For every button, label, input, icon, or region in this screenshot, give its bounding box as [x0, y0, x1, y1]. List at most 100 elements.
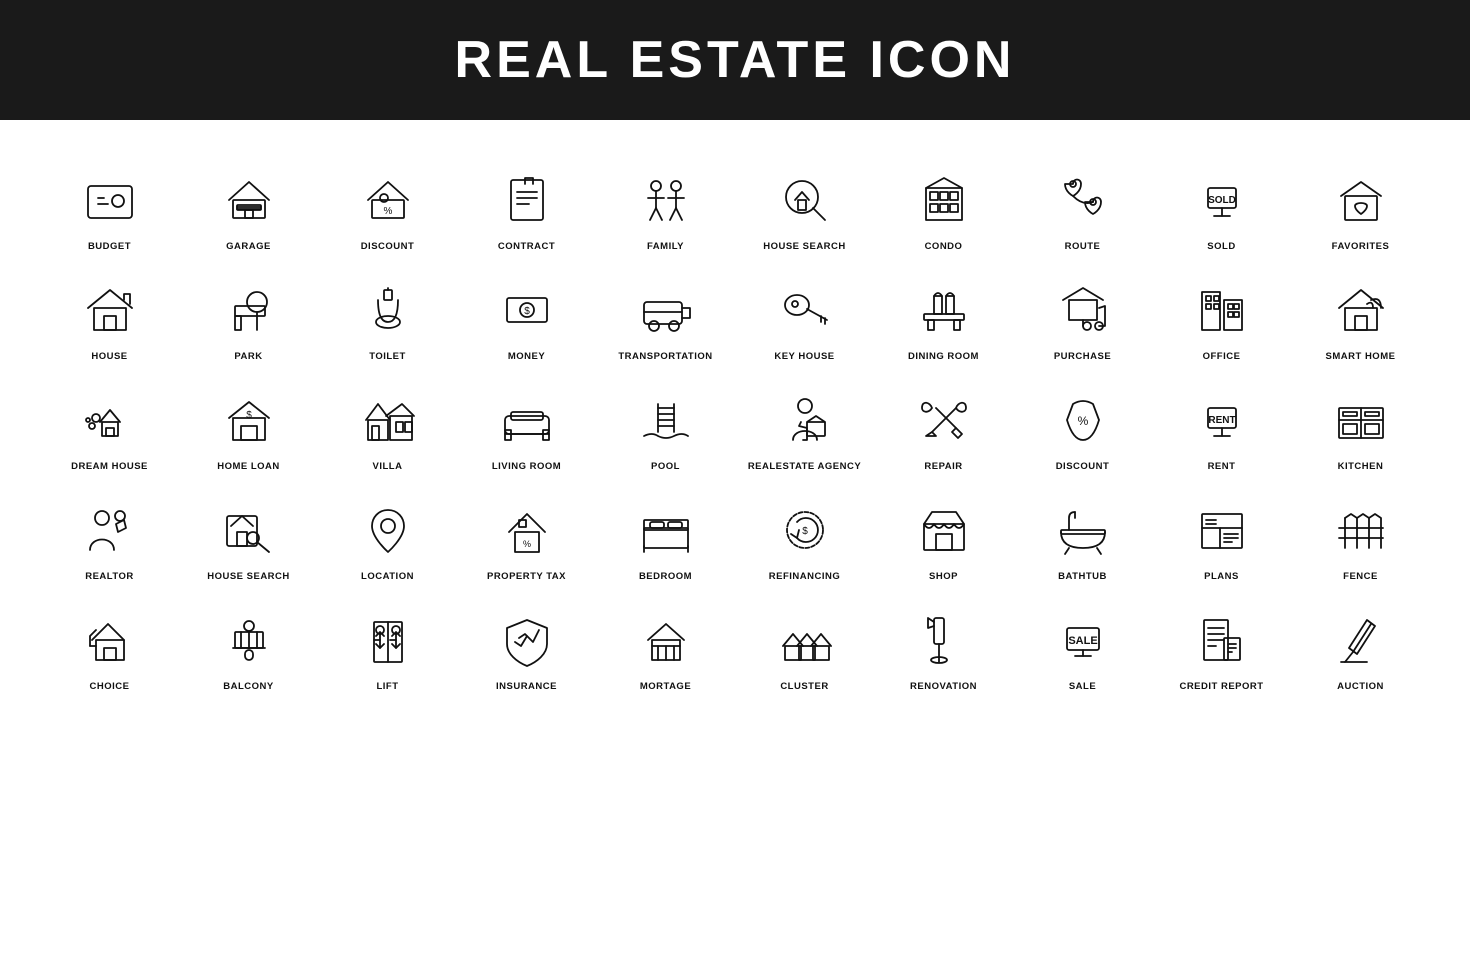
icon-label-contract: CONTRACT — [498, 241, 555, 252]
icon-label-realtor: REALTOR — [85, 571, 134, 582]
icon-label-toilet: TOILET — [369, 351, 406, 362]
icon-family[interactable]: FAMILY — [596, 150, 735, 260]
icon-office[interactable]: OFFICE — [1152, 260, 1291, 370]
icon-money[interactable]: $ MONEY — [457, 260, 596, 370]
icon-home-loan[interactable]: $ HOME LOAN — [179, 370, 318, 480]
header-title: REAL ESTATE ICON — [455, 31, 1016, 89]
icon-label-insurance: INSURANCE — [496, 681, 557, 692]
icon-label-refinancing: REFINANCING — [769, 571, 840, 582]
svg-text:%: % — [383, 206, 392, 217]
icon-label-location: LOCATION — [361, 571, 414, 582]
icon-fence[interactable]: FENCE — [1291, 480, 1430, 590]
icon-label-garage: GARAGE — [226, 241, 271, 252]
icon-cluster[interactable]: CLUSTER — [735, 590, 874, 700]
icon-label-renovation: RENOVATION — [910, 681, 977, 692]
icon-house-search[interactable]: HOUSE SEARCH — [735, 150, 874, 260]
icon-discount2[interactable]: % DISCOUNT — [1013, 370, 1152, 480]
icon-living-room[interactable]: LIVING ROOM — [457, 370, 596, 480]
icon-toilet[interactable]: TOILET — [318, 260, 457, 370]
icon-sold[interactable]: SOLD SOLD — [1152, 150, 1291, 260]
icon-label-house-search: HOUSE SEARCH — [763, 241, 846, 252]
icon-bedroom[interactable]: BEDROOM — [596, 480, 735, 590]
icon-label-budget: BUDGET — [88, 241, 131, 252]
icon-label-choice: CHOICE — [90, 681, 130, 692]
svg-text:$: $ — [246, 410, 252, 421]
icon-label-house: HOUSE — [91, 351, 127, 362]
icon-rent[interactable]: RENT RENT — [1152, 370, 1291, 480]
icon-purchase[interactable]: PURCHASE — [1013, 260, 1152, 370]
icon-label-money: MONEY — [508, 351, 545, 362]
svg-text:%: % — [522, 539, 530, 549]
icon-renovation[interactable]: RENOVATION — [874, 590, 1013, 700]
svg-text:SOLD: SOLD — [1208, 195, 1236, 206]
icon-label-discount2: DISCOUNT — [1056, 461, 1110, 472]
icon-smart-home[interactable]: SMART HOME — [1291, 260, 1430, 370]
icon-label-sold: SOLD — [1207, 241, 1235, 252]
icon-route[interactable]: ROUTE — [1013, 150, 1152, 260]
icon-contract[interactable]: CONTRACT — [457, 150, 596, 260]
icon-bathtub[interactable]: BATHTUB — [1013, 480, 1152, 590]
icon-property-tax[interactable]: % PROPERTY TAX — [457, 480, 596, 590]
icon-label-house-search2: HOUSE SEARCH — [207, 571, 290, 582]
icon-lift[interactable]: LIFT — [318, 590, 457, 700]
icon-label-credit-report: CREDIT REPORT — [1179, 681, 1263, 692]
icon-plans[interactable]: PLANS — [1152, 480, 1291, 590]
icon-label-family: FAMILY — [647, 241, 684, 252]
icon-label-mortage: MORTAGE — [640, 681, 691, 692]
icon-label-favorites: FAVORITES — [1332, 241, 1390, 252]
icon-label-dream-house: DREAM HOUSE — [71, 461, 148, 472]
icon-choice[interactable]: CHOICE — [40, 590, 179, 700]
icon-label-property-tax: PROPERTY TAX — [487, 571, 566, 582]
icon-dream-house[interactable]: DREAM HOUSE — [40, 370, 179, 480]
icon-garage[interactable]: GARAGE — [179, 150, 318, 260]
icon-repair[interactable]: REPAIR — [874, 370, 1013, 480]
icon-insurance[interactable]: INSURANCE — [457, 590, 596, 700]
icon-credit-report[interactable]: CREDIT REPORT — [1152, 590, 1291, 700]
icon-auction[interactable]: AUCTION — [1291, 590, 1430, 700]
header: REAL ESTATE ICON — [0, 0, 1470, 120]
icon-discount[interactable]: % DISCOUNT — [318, 150, 457, 260]
icon-label-kitchen: KITCHEN — [1338, 461, 1384, 472]
icon-grid: BUDGET GARAGE % DISCOUNT CONTRACT FAMILY… — [0, 120, 1470, 730]
icon-sale[interactable]: SALE SALE — [1013, 590, 1152, 700]
icon-mortage[interactable]: MORTAGE — [596, 590, 735, 700]
icon-refinancing[interactable]: $ REFINANCING — [735, 480, 874, 590]
icon-balcony[interactable]: BALCONY — [179, 590, 318, 700]
svg-text:SALE: SALE — [1068, 635, 1097, 647]
icon-pool[interactable]: POOL — [596, 370, 735, 480]
icon-label-sale: SALE — [1069, 681, 1096, 692]
icon-label-shop: SHOP — [929, 571, 958, 582]
icon-label-purchase: PURCHASE — [1054, 351, 1111, 362]
svg-text:$: $ — [802, 526, 808, 537]
icon-label-dining-room: DINING ROOM — [908, 351, 979, 362]
icon-realestate-agency[interactable]: REALESTATE AGENCY — [735, 370, 874, 480]
icon-budget[interactable]: BUDGET — [40, 150, 179, 260]
icon-realtor[interactable]: REALTOR — [40, 480, 179, 590]
icon-label-transportation: TRANSPORTATION — [618, 351, 712, 362]
icon-condo[interactable]: CONDO — [874, 150, 1013, 260]
icon-label-key-house: KEY HOUSE — [774, 351, 834, 362]
icon-label-office: OFFICE — [1203, 351, 1241, 362]
icon-transportation[interactable]: TRANSPORTATION — [596, 260, 735, 370]
icon-label-bathtub: BATHTUB — [1058, 571, 1107, 582]
icon-location[interactable]: LOCATION — [318, 480, 457, 590]
icon-label-auction: AUCTION — [1337, 681, 1384, 692]
icon-dining-room[interactable]: DINING ROOM — [874, 260, 1013, 370]
icon-favorites[interactable]: FAVORITES — [1291, 150, 1430, 260]
icon-house-search2[interactable]: HOUSE SEARCH — [179, 480, 318, 590]
icon-house[interactable]: HOUSE — [40, 260, 179, 370]
icon-kitchen[interactable]: KITCHEN — [1291, 370, 1430, 480]
icon-label-bedroom: BEDROOM — [639, 571, 692, 582]
svg-text:$: $ — [524, 306, 530, 317]
icon-label-pool: POOL — [651, 461, 680, 472]
icon-key-house[interactable]: KEY HOUSE — [735, 260, 874, 370]
icon-label-fence: FENCE — [1343, 571, 1378, 582]
svg-text:%: % — [1077, 414, 1088, 428]
icon-shop[interactable]: SHOP — [874, 480, 1013, 590]
icon-park[interactable]: PARK — [179, 260, 318, 370]
icon-label-cluster: CLUSTER — [780, 681, 828, 692]
svg-text:RENT: RENT — [1208, 415, 1235, 426]
icon-label-balcony: BALCONY — [223, 681, 273, 692]
icon-villa[interactable]: VILLA — [318, 370, 457, 480]
icon-label-park: PARK — [234, 351, 262, 362]
